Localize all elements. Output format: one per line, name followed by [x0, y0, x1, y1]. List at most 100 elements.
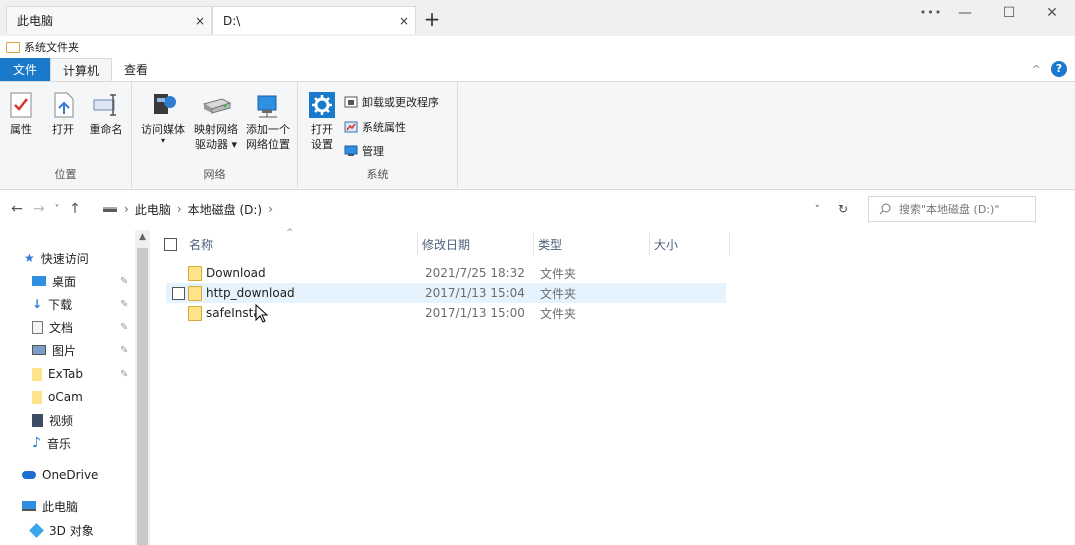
- close-tab-icon[interactable]: ×: [393, 14, 415, 28]
- group-label: 位置: [54, 168, 77, 181]
- tab-this-pc[interactable]: 此电脑 ×: [6, 6, 212, 34]
- navigation-pane: ★ 快速访问 桌面 ✎ ↓ 下载 ✎ 文档 ✎ 图片 ✎ ExTab ✎ oCa…: [0, 230, 150, 545]
- select-all-checkbox[interactable]: [164, 237, 177, 251]
- manage-label: 管理: [362, 145, 384, 158]
- properties-button[interactable]: 属性: [6, 90, 36, 137]
- column-label: 类型: [538, 237, 563, 252]
- recent-locations-button[interactable]: ˅: [50, 204, 64, 215]
- computer-icon: [22, 501, 36, 511]
- nav-label: OneDrive: [42, 468, 99, 482]
- folder-icon: [32, 367, 42, 381]
- file-type: 文件夹: [540, 266, 577, 281]
- refresh-button[interactable]: ↻: [830, 196, 856, 222]
- breadcrumb-sep: ›: [124, 202, 129, 216]
- document-icon: [32, 320, 43, 334]
- add-location-label-1: 添加一个: [246, 123, 290, 136]
- back-button[interactable]: ←: [6, 201, 28, 217]
- cloud-icon: [22, 471, 36, 479]
- access-media-button[interactable]: 访问媒体 ▾: [138, 90, 188, 145]
- scroll-up-icon[interactable]: ▲: [135, 232, 150, 242]
- map-drive-label-1: 映射网络: [194, 123, 238, 136]
- nav-label: 文档: [49, 320, 74, 335]
- map-network-drive-button[interactable]: 映射网络 驱动器 ▾: [190, 90, 242, 152]
- column-modified[interactable]: 修改日期: [418, 232, 534, 256]
- open-settings-label-2: 设置: [311, 138, 333, 151]
- tab-strip: 此电脑 × D:\ × + ••• — ☐ ✕: [0, 0, 1075, 36]
- column-name[interactable]: 名称 ^: [160, 228, 418, 256]
- new-tab-button[interactable]: +: [420, 6, 444, 34]
- open-button[interactable]: 打开: [48, 90, 78, 137]
- nav-3d-objects[interactable]: 3D 对象: [29, 519, 94, 541]
- pin-icon: ✎: [120, 299, 129, 310]
- file-row[interactable]: safeInsta 2017/1/13 15:00 文件夹: [166, 303, 726, 323]
- group-label: 系统: [366, 168, 389, 181]
- sort-up-icon: ^: [286, 228, 294, 238]
- maximize-button[interactable]: ☐: [986, 0, 1032, 28]
- folder-icon: [188, 305, 202, 321]
- column-size[interactable]: 大小: [650, 232, 730, 256]
- add-network-location-button[interactable]: 添加一个 网络位置: [242, 90, 294, 152]
- tab-title: D:\: [223, 13, 241, 28]
- tab-view[interactable]: 查看: [112, 58, 160, 81]
- manage-icon: [344, 145, 358, 156]
- tab-file[interactable]: 文件: [0, 58, 51, 81]
- row-checkbox[interactable]: [172, 286, 185, 300]
- tab-title: 此电脑: [17, 14, 54, 28]
- nav-item-extab[interactable]: ExTab: [32, 363, 83, 385]
- nav-item-ocam[interactable]: oCam: [32, 386, 83, 408]
- file-type: 文件夹: [540, 306, 577, 321]
- forward-button[interactable]: →: [28, 201, 50, 217]
- group-label: 网络: [203, 168, 226, 181]
- system-properties-button[interactable]: 系统属性: [344, 119, 406, 135]
- nav-this-pc[interactable]: 此电脑: [22, 495, 78, 517]
- rename-button[interactable]: 重命名: [86, 90, 126, 137]
- file-row[interactable]: http_download 2017/1/13 15:04 文件夹: [166, 283, 726, 303]
- file-row[interactable]: Download 2021/7/25 18:32 文件夹: [166, 263, 726, 283]
- address-dropdown-icon[interactable]: ˅: [815, 203, 821, 216]
- video-icon: [32, 413, 43, 427]
- breadcrumb-this-pc[interactable]: 此电脑: [135, 201, 171, 218]
- download-icon: ↓: [32, 297, 43, 311]
- tab-d-drive[interactable]: D:\ ×: [212, 6, 416, 34]
- column-label: 修改日期: [422, 237, 471, 252]
- nav-label: 视频: [49, 413, 74, 428]
- open-settings-button[interactable]: 打开 设置: [304, 90, 340, 152]
- minimize-button[interactable]: —: [942, 0, 988, 28]
- cube-icon: [29, 522, 44, 538]
- tab-computer[interactable]: 计算机: [50, 58, 113, 81]
- file-modified: 2017/1/13 15:00: [425, 306, 525, 320]
- collapse-ribbon-icon[interactable]: ^: [1032, 63, 1041, 76]
- breadcrumb-d-drive[interactable]: 本地磁盘 (D:): [188, 201, 262, 218]
- manage-button[interactable]: 管理: [344, 143, 384, 159]
- system-properties-icon: [344, 121, 358, 133]
- uninstall-icon: [344, 96, 358, 108]
- help-icon[interactable]: ?: [1051, 61, 1067, 77]
- nav-item-downloads[interactable]: ↓ 下载: [32, 293, 72, 315]
- music-icon: ♪: [32, 435, 41, 451]
- file-modified: 2017/1/13 15:04: [425, 286, 525, 300]
- nav-quick-access[interactable]: ★ 快速访问: [24, 247, 89, 269]
- close-tab-icon[interactable]: ×: [189, 14, 211, 28]
- nav-item-videos[interactable]: 视频: [32, 409, 73, 431]
- column-label: 大小: [654, 237, 679, 252]
- nav-onedrive[interactable]: OneDrive: [22, 464, 98, 486]
- qat-label: 系统文件夹: [24, 41, 79, 54]
- nav-item-documents[interactable]: 文档: [32, 316, 73, 338]
- column-type[interactable]: 类型: [534, 232, 650, 256]
- nav-label: 3D 对象: [49, 523, 94, 538]
- rename-icon: [91, 90, 121, 120]
- uninstall-program-button[interactable]: 卸载或更改程序: [344, 94, 439, 110]
- nav-item-music[interactable]: ♪ 音乐: [32, 432, 71, 454]
- desktop-icon: [32, 276, 46, 286]
- nav-item-desktop[interactable]: 桌面: [32, 270, 76, 292]
- pin-icon: ✎: [120, 276, 129, 287]
- up-button[interactable]: ↑: [64, 201, 86, 217]
- ribbon-tabs: 文件 计算机 查看 ^ ?: [0, 58, 1075, 82]
- search-box[interactable]: 搜索"本地磁盘 (D:)": [868, 196, 1036, 222]
- address-bar[interactable]: › 此电脑 › 本地磁盘 (D:) › ˅: [102, 196, 824, 222]
- scrollbar-thumb[interactable]: [137, 248, 148, 545]
- rename-label: 重命名: [89, 123, 123, 136]
- close-window-button[interactable]: ✕: [1029, 0, 1075, 28]
- drive-icon: [103, 207, 117, 212]
- nav-item-pictures[interactable]: 图片: [32, 339, 76, 361]
